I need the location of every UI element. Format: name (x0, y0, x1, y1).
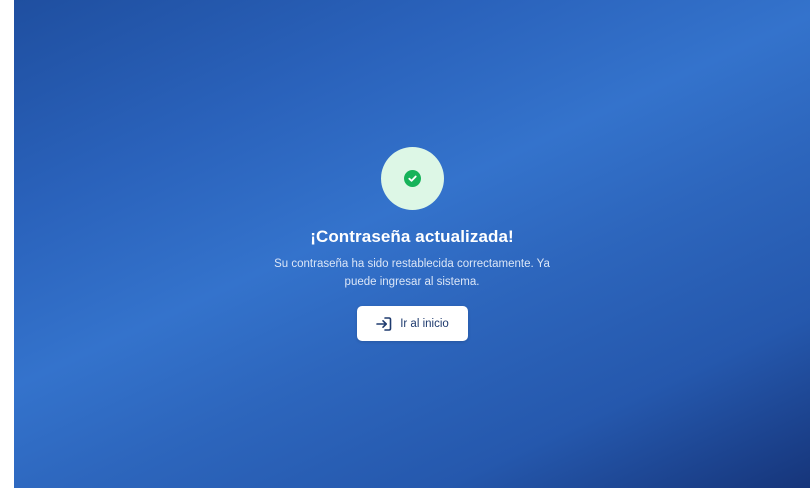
success-message: Su contraseña ha sido restablecida corre… (274, 258, 550, 288)
success-card: ¡Contraseña actualizada! Su contraseña h… (14, 147, 810, 341)
background-panel: ¡Contraseña actualizada! Su contraseña h… (14, 0, 810, 488)
go-home-button-label: Ir al inicio (400, 317, 449, 330)
success-badge (380, 147, 444, 210)
left-strip (0, 0, 14, 488)
login-icon (375, 316, 393, 332)
check-circle-icon (403, 170, 421, 187)
go-home-button[interactable]: Ir al inicio (356, 306, 468, 341)
page-title: ¡Contraseña actualizada! (310, 227, 514, 246)
